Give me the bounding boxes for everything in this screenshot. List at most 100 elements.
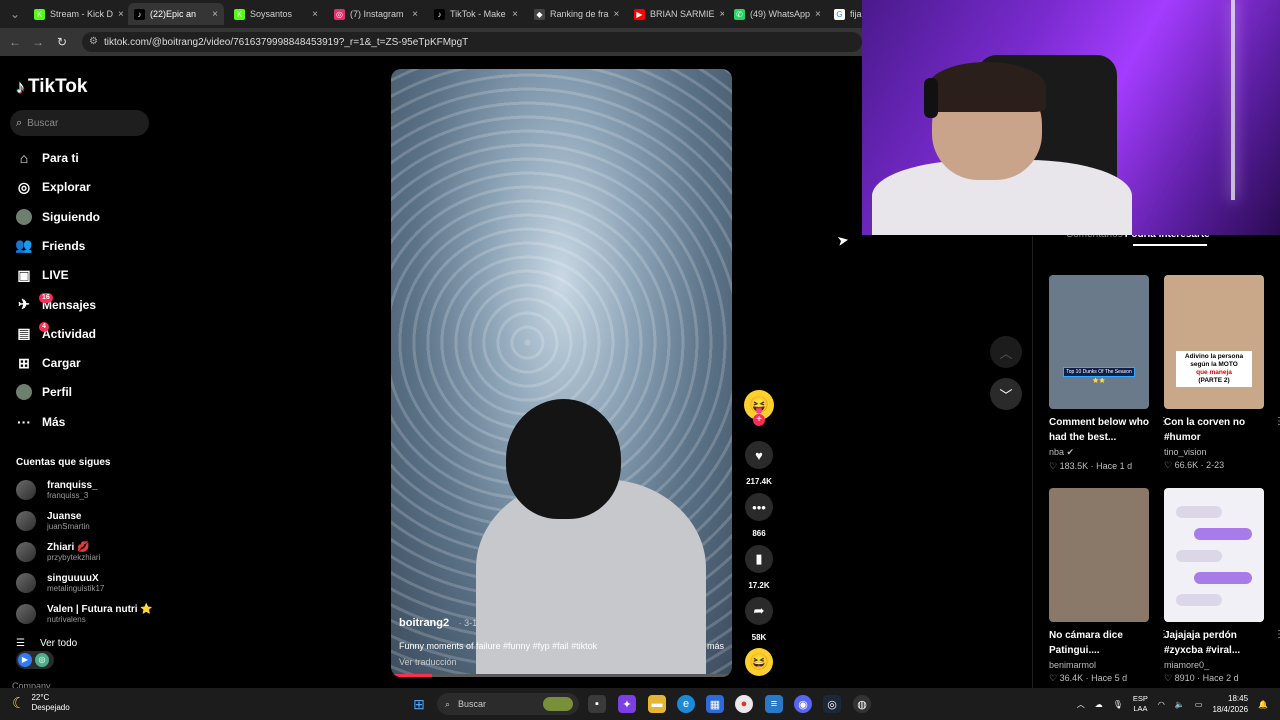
video-author[interactable]: benimarmol (1049, 660, 1151, 670)
heart-icon[interactable]: ♥ (745, 441, 773, 469)
sidebar-item[interactable]: ◎ Explorar (16, 175, 91, 199)
followed-account[interactable]: franquiss_ franquiss_3 (16, 476, 98, 504)
browser-tab[interactable]: ✆ (49) WhatsApp × (728, 3, 824, 25)
tray-expand-icon[interactable]: ︿ (1077, 699, 1085, 710)
close-icon[interactable]: × (720, 9, 724, 20)
next-video-button[interactable]: ﹀ (990, 378, 1022, 410)
copilot-icon[interactable]: ✦ (618, 695, 636, 713)
close-icon[interactable]: × (614, 9, 620, 20)
file-explorer-icon[interactable]: ▬ (648, 695, 666, 713)
browser-tab[interactable]: ▶ BRIAN SARMIE × (628, 3, 724, 25)
reload-button[interactable]: ↻ (51, 35, 73, 49)
browser-tab[interactable]: Gfija (828, 3, 862, 25)
browser-tab[interactable]: K Soysantos × (228, 3, 324, 25)
video-player[interactable]: boitrang2 · 3-12 Funny moments of failur… (391, 69, 732, 677)
followed-account[interactable]: Zhiari 💋 przybytekzhiari (16, 538, 100, 566)
chrome-icon[interactable]: ● (735, 695, 753, 713)
sidebar-item[interactable]: ▣ LIVE (16, 263, 68, 287)
browser-tab[interactable]: ◆ Ranking de fra × (528, 3, 624, 25)
like-action[interactable]: ♥ 217.4K (744, 441, 774, 486)
followed-account[interactable]: singuuuuX metalinguistik17 (16, 569, 104, 597)
sidebar-item[interactable]: ⊞ Cargar (16, 351, 81, 375)
tab-list-button[interactable]: ⌄ (4, 7, 26, 21)
taskbar-search[interactable]: ⌕ Buscar (437, 693, 579, 715)
close-icon[interactable]: × (212, 9, 218, 20)
notification-icon[interactable]: 🔔 (1258, 700, 1268, 709)
related-video-card[interactable]: Top 10 Dunks Of The Season ⭐⭐ ⋮ Comment be… (1049, 275, 1169, 472)
browser-tab[interactable]: ◎ (7) Instagram × (328, 3, 424, 25)
mouse-cursor-icon: ➤ (835, 231, 850, 249)
bookmark-icon[interactable]: ▮ (745, 545, 773, 573)
video-thumbnail[interactable]: Top 10 Dunks Of The Season ⭐⭐ (1049, 275, 1149, 409)
sidebar-item[interactable]: ● Siguiendo (16, 205, 100, 229)
video-progress-bar[interactable] (391, 674, 732, 677)
caption-more-link[interactable]: más (707, 641, 724, 651)
save-action[interactable]: ▮ 17.2K (744, 545, 774, 590)
overlay-line: (PARTE 2) (1198, 377, 1230, 384)
more-options-icon[interactable]: ⋮ (1274, 416, 1280, 427)
related-video-card[interactable]: Adivino la persona según la MOTO que mane… (1164, 275, 1280, 471)
notepad-icon[interactable]: ≡ (765, 695, 783, 713)
sidebar-item[interactable]: ▤ 4 Actividad (16, 321, 96, 346)
previous-video-button[interactable]: ︿ (990, 336, 1022, 368)
translate-link[interactable]: Ver traducción (399, 657, 724, 667)
steam-icon[interactable]: ◎ (823, 695, 841, 713)
site-info-icon[interactable]: ⚙ (89, 36, 98, 47)
sidebar-item[interactable]: ··· Más (16, 410, 65, 434)
share-action[interactable]: ➦ 58K (744, 597, 774, 642)
volume-icon[interactable]: 🔈 (1175, 700, 1185, 709)
close-icon[interactable]: × (412, 9, 418, 20)
network-icon[interactable]: ☁ (1095, 700, 1103, 709)
more-options-icon[interactable]: ⋮ (1274, 629, 1280, 640)
sidebar-item[interactable]: ⌂ Para ti (16, 146, 79, 170)
close-icon[interactable]: × (512, 9, 518, 20)
clock[interactable]: 18:45 18/4/2026 (1212, 693, 1248, 715)
battery-icon[interactable]: ▭ (1195, 700, 1203, 709)
back-button[interactable]: ← (4, 35, 26, 49)
close-icon[interactable]: × (815, 9, 821, 20)
video-author[interactable]: tino_vision (1164, 447, 1266, 457)
video-thumbnail[interactable] (1049, 488, 1149, 622)
sidebar-item[interactable]: ● Perfil (16, 380, 72, 404)
search-input[interactable]: ⌕ Buscar (10, 110, 149, 136)
close-icon[interactable]: × (312, 9, 318, 20)
edge-icon[interactable]: e (677, 695, 695, 713)
follow-plus-icon[interactable]: + (753, 414, 765, 426)
creator-avatar[interactable]: 😝 + (744, 390, 774, 426)
video-author[interactable]: boitrang2 (399, 617, 449, 629)
language-indicator[interactable]: ESP LAA (1133, 694, 1148, 714)
share-icon[interactable]: ➦ (745, 597, 773, 625)
followed-account[interactable]: Juanse juanSmartin (16, 507, 90, 535)
extension-toggle[interactable]: ▶ ◎ (16, 651, 54, 669)
see-all-link[interactable]: ☰ Ver todo (16, 638, 77, 649)
video-thumbnail[interactable]: Adivino la persona según la MOTO que mane… (1164, 275, 1264, 409)
browser-tab[interactable]: K Stream - Kick D × (28, 3, 124, 25)
video-author[interactable]: miamore0_ (1164, 660, 1266, 670)
related-video-card[interactable]: ⋮ No cámara dice Patingui.... benimarmol ♡ … (1049, 488, 1169, 684)
browser-tab[interactable]: ♪ (22)Epic an × (128, 3, 224, 25)
obs-icon[interactable]: ◍ (853, 695, 871, 713)
video-stats: ♡ 8910 · Hace 2 d (1164, 673, 1239, 683)
close-icon[interactable]: × (118, 9, 124, 20)
store-icon[interactable]: ▦ (706, 695, 724, 713)
browser-tab[interactable]: ♪ TikTok - Make × (428, 3, 524, 25)
sidebar-item[interactable]: ✈ 16 Mensajes (16, 292, 96, 317)
comment-action[interactable]: ••• 866 (744, 493, 774, 538)
followed-account[interactable]: Valen | Futura nutri ⭐ nutrivalens (16, 600, 153, 628)
video-thumbnail[interactable] (1164, 488, 1264, 622)
microphone-icon[interactable]: 🎙 (1113, 700, 1123, 709)
tab-label: BRIAN SARMIE (650, 9, 715, 19)
sidebar-item[interactable]: 👥 Friends (15, 234, 85, 258)
weather-widget[interactable]: ☾ 22°C Despejado (12, 693, 70, 713)
sound-disc[interactable]: 😆 (744, 648, 774, 676)
windows-start-icon[interactable]: ⊞ (410, 695, 428, 713)
url-field[interactable]: ⚙ tiktok.com/@boitrang2/video/7616379998… (82, 32, 862, 52)
video-author[interactable]: nba ✔ (1049, 447, 1151, 458)
forward-button[interactable]: → (27, 35, 49, 49)
task-view-icon[interactable]: ▪ (588, 695, 606, 713)
related-video-card[interactable]: ⋮ Jajajaja perdón #zyxcba #viral... miamor… (1164, 488, 1280, 684)
discord-icon[interactable]: ◉ (794, 695, 812, 713)
wifi-icon[interactable]: ◠ (1158, 700, 1165, 709)
tiktok-logo[interactable]: ♪ TikTok (16, 76, 87, 98)
comment-icon[interactable]: ••• (745, 493, 773, 521)
